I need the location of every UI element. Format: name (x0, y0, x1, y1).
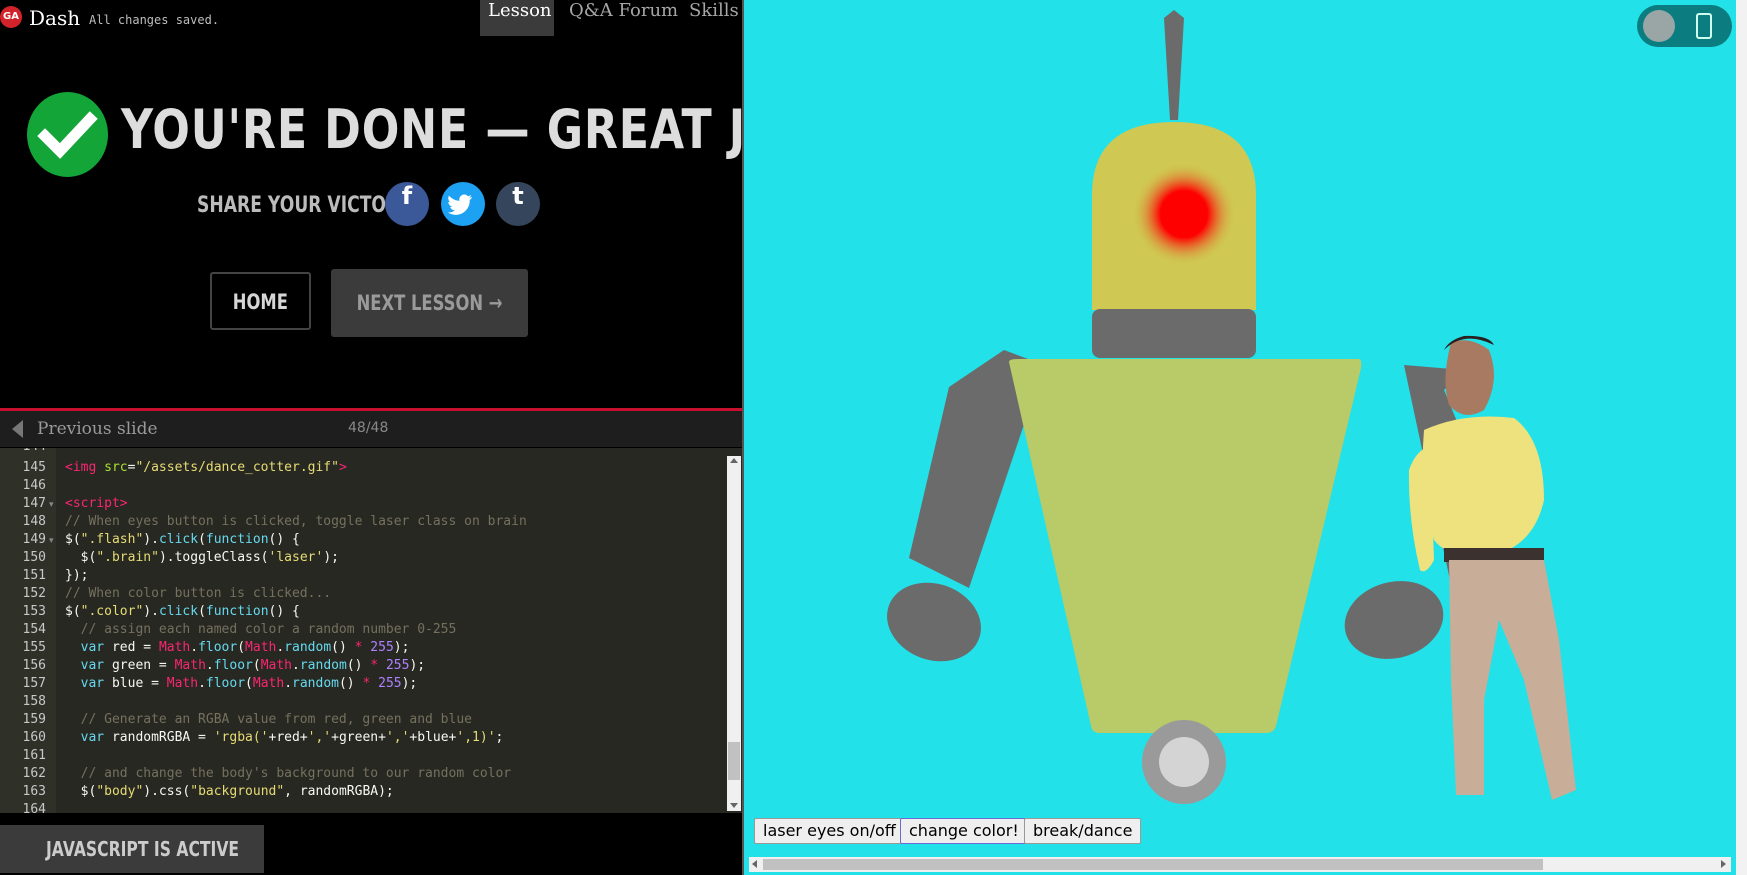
robot-left-hand (887, 582, 981, 662)
fold-arrow-icon[interactable]: ▾ (49, 536, 54, 546)
tab-lesson[interactable]: Lesson (480, 0, 554, 36)
code-line[interactable]: // Generate an RGBA value from red, gree… (65, 712, 472, 727)
break-dance-button[interactable]: break/dance (1024, 818, 1142, 844)
code-line[interactable]: }); (65, 568, 88, 583)
save-status-text: All changes saved. (89, 13, 220, 27)
code-editor[interactable]: 144 145 146 147 148 149 150 151 152 153 … (0, 448, 744, 813)
line-number: 160 (22, 730, 46, 745)
share-label: SHARE YOUR VICTORY: (197, 193, 417, 218)
line-number: 145 (22, 460, 46, 475)
editor-scrollbar[interactable] (727, 456, 741, 811)
tab-skills[interactable]: Skills (681, 0, 744, 36)
line-number: 149 (22, 532, 46, 547)
line-number: 154 (22, 622, 46, 637)
code-line[interactable]: var blue = Math.floor(Math.random() * 25… (65, 676, 418, 691)
code-line[interactable]: $(".brain").toggleClass('laser'); (65, 550, 339, 565)
line-number: 156 (22, 658, 46, 673)
code-line[interactable]: // assign each named color a random numb… (65, 622, 457, 637)
top-nav-bar: GA Dash All changes saved. Lesson Q&A Fo… (0, 0, 744, 37)
line-number: 162 (22, 766, 46, 781)
scroll-down-icon[interactable] (730, 803, 738, 808)
line-number: 150 (22, 550, 46, 565)
ga-logo-icon[interactable]: GA (0, 6, 22, 28)
previous-slide-link[interactable]: Previous slide (37, 419, 158, 439)
tumblr-icon[interactable]: t (496, 182, 540, 226)
line-number: 147 (22, 496, 46, 511)
scroll-right-icon[interactable] (1721, 860, 1726, 868)
laser-eyes-button[interactable]: laser eyes on/off (754, 818, 905, 844)
next-lesson-label: NEXT LESSON → (356, 291, 503, 315)
code-line[interactable]: // and change the body's background to o… (65, 766, 511, 781)
code-line[interactable]: <img src="/assets/dance_cotter.gif"> (65, 460, 347, 475)
fold-arrow-icon[interactable]: ▾ (49, 500, 54, 510)
line-number: 163 (22, 784, 46, 799)
completion-title: YOU'RE DONE — GREAT JOB! (121, 98, 744, 161)
device-toggle[interactable] (1637, 5, 1732, 47)
line-number: 144 (0, 448, 46, 454)
code-line[interactable]: $(".color").click(function() { (65, 604, 300, 619)
scroll-left-icon[interactable] (752, 860, 757, 868)
robot-right-hand (1344, 581, 1444, 659)
scroll-up-icon[interactable] (730, 458, 738, 463)
code-line[interactable]: // When color button is clicked... (65, 586, 331, 601)
robot-torso (1009, 359, 1362, 733)
checkmark-icon (27, 92, 108, 177)
line-number: 148 (22, 514, 46, 529)
toggle-knob[interactable] (1643, 10, 1675, 42)
robot-antenna (1164, 10, 1184, 120)
brand-name[interactable]: Dash (29, 6, 80, 30)
mobile-device-icon (1696, 13, 1712, 39)
line-number: 158 (22, 694, 46, 709)
line-number: 159 (22, 712, 46, 727)
preview-horizontal-scrollbar[interactable] (749, 857, 1731, 872)
facebook-icon[interactable]: f (385, 182, 429, 226)
line-number: 164 (22, 802, 46, 813)
next-lesson-button[interactable]: NEXT LESSON → (331, 269, 528, 337)
javascript-status-badge: JAVASCRIPT IS ACTIVE (0, 825, 264, 873)
home-button-label: HOME (232, 290, 289, 314)
home-button[interactable]: HOME (210, 272, 311, 330)
line-number: 161 (22, 748, 46, 763)
line-number: 151 (22, 568, 46, 583)
line-number: 153 (22, 604, 46, 619)
javascript-status-label: JAVASCRIPT IS ACTIVE (46, 837, 240, 861)
window-edge (1736, 0, 1747, 875)
line-number: 155 (22, 640, 46, 655)
code-line[interactable]: var green = Math.floor(Math.random() * 2… (65, 658, 425, 673)
preview-scroll-thumb[interactable] (763, 859, 1543, 870)
robot-illustration (887, 10, 1576, 804)
code-line[interactable]: // When eyes button is clicked, toggle l… (65, 514, 527, 529)
slide-nav-bar: Previous slide 48/48 (0, 411, 744, 447)
code-line[interactable]: $("body").css("background", randomRGBA); (65, 784, 394, 799)
previous-arrow-icon[interactable] (12, 420, 23, 438)
twitter-icon[interactable] (441, 182, 485, 226)
robot-wheel-hub (1159, 737, 1209, 787)
preview-pane: laser eyes on/off change color! break/da… (744, 0, 1736, 875)
change-color-button[interactable]: change color! (900, 818, 1028, 844)
robot-jaw (1092, 309, 1256, 358)
line-number: 152 (22, 586, 46, 601)
completion-panel (0, 37, 744, 408)
lesson-pane: GA Dash All changes saved. Lesson Q&A Fo… (0, 0, 744, 875)
slide-counter: 48/48 (348, 420, 389, 436)
editor-scroll-thumb[interactable] (728, 742, 740, 780)
line-number: 157 (22, 676, 46, 691)
code-line[interactable]: $(".flash").click(function() { (65, 532, 300, 547)
tab-qa-forum[interactable]: Q&A Forum (561, 0, 686, 36)
code-line[interactable]: <script> (65, 496, 128, 511)
code-line[interactable]: var red = Math.floor(Math.random() * 255… (65, 640, 410, 655)
line-number: 146 (22, 478, 46, 493)
robot-eye (1132, 162, 1236, 266)
code-line[interactable]: var randomRGBA = 'rgba('+red+','+green+'… (65, 730, 504, 745)
